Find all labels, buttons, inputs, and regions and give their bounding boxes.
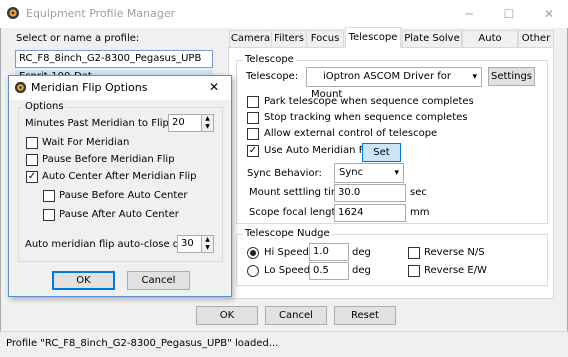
- wait-for-meridian-checkbox[interactable]: [26, 137, 38, 149]
- lo-speed-radio[interactable]: [247, 265, 259, 277]
- check-icon: ✓: [27, 171, 37, 182]
- hi-speed-label: Hi Speed: [264, 247, 309, 258]
- title-bar: Equipment Profile Manager ─ ☐ ✕: [0, 0, 568, 28]
- focal-length-value: 1624: [338, 207, 364, 218]
- settling-time-unit: sec: [410, 187, 427, 198]
- reverse-ns-checkbox[interactable]: [408, 247, 420, 259]
- meridian-flip-dialog: Meridian Flip Options ✕ Options Minutes …: [8, 75, 232, 297]
- sync-behavior-select[interactable]: Sync ▾: [334, 163, 404, 183]
- ok-button[interactable]: OK: [196, 306, 258, 325]
- window-title: Equipment Profile Manager: [26, 7, 176, 20]
- reset-button[interactable]: Reset: [334, 306, 396, 325]
- sync-behavior-label: Sync Behavior:: [247, 168, 322, 179]
- hi-speed-unit: deg: [352, 247, 371, 258]
- auto-center-checkbox[interactable]: ✓: [26, 171, 38, 183]
- focal-length-label: Scope focal length:: [249, 207, 346, 218]
- dialog-cancel-button[interactable]: Cancel: [127, 271, 190, 290]
- stop-tracking-label: Stop tracking when sequence completes: [264, 112, 468, 123]
- settling-time-value: 30.0: [338, 187, 361, 198]
- radio-selected-dot: [250, 250, 256, 256]
- tab-auto-guide[interactable]: Auto Guide: [462, 30, 518, 59]
- auto-meridian-flip-label: Use Auto Meridian Flip: [264, 145, 377, 156]
- lo-speed-unit: deg: [352, 265, 371, 276]
- reverse-ns-label: Reverse N/S: [424, 247, 485, 258]
- auto-center-label: Auto Center After Meridian Flip: [42, 171, 197, 182]
- sync-behavior-value: Sync: [339, 167, 364, 178]
- tab-filters[interactable]: Filters: [271, 30, 307, 47]
- nudge-group: [236, 234, 548, 286]
- close-button[interactable]: ✕: [534, 4, 564, 24]
- profile-name-input[interactable]: RC_F8_8inch_G2-8300_Pegasus_UPB: [15, 50, 213, 68]
- app-icon: [7, 7, 19, 19]
- pause-before-center-label: Pause Before Auto Center: [59, 190, 188, 201]
- tab-camera[interactable]: Camera: [229, 30, 272, 47]
- status-text: Profile "RC_F8_8inch_G2-8300_Pegasus_UPB…: [6, 338, 279, 349]
- dialog-close-icon[interactable]: ✕: [209, 80, 219, 94]
- wait-for-meridian-label: Wait For Meridian: [42, 137, 130, 148]
- check-icon: ✓: [248, 145, 258, 156]
- spin-down-icon[interactable]: ▼: [201, 244, 213, 252]
- status-bar: Profile "RC_F8_8inch_G2-8300_Pegasus_UPB…: [0, 331, 568, 357]
- focal-length-unit: mm: [410, 207, 430, 218]
- dialog-ok-button[interactable]: OK: [52, 271, 115, 290]
- profile-label: Select or name a profile:: [16, 33, 140, 44]
- external-control-label: Allow external control of telescope: [264, 128, 438, 139]
- pause-after-center-label: Pause After Auto Center: [59, 209, 179, 220]
- dialog-app-icon: [14, 81, 27, 94]
- dialog-title-bar: Meridian Flip Options ✕: [9, 76, 231, 100]
- focal-length-input[interactable]: 1624: [334, 204, 406, 222]
- lo-speed-input[interactable]: 0.5: [309, 262, 349, 280]
- options-group-title: Options: [23, 101, 66, 113]
- settings-button[interactable]: Settings: [488, 67, 535, 86]
- spin-up-icon[interactable]: ▲: [201, 236, 213, 244]
- hi-speed-radio[interactable]: [247, 247, 259, 259]
- stop-tracking-checkbox[interactable]: [247, 112, 259, 124]
- tab-focus[interactable]: Focus: [306, 30, 344, 47]
- lo-speed-value: 0.5: [313, 265, 329, 276]
- auto-close-delay-input[interactable]: 30 ▲ ▼: [177, 235, 214, 253]
- nudge-group-title: Telescope Nudge: [243, 228, 332, 240]
- auto-meridian-flip-checkbox[interactable]: ✓: [247, 145, 259, 157]
- telescope-driver-select[interactable]: iOptron ASCOM Driver for Mount ▾: [306, 67, 482, 100]
- tab-telescope[interactable]: Telescope: [345, 27, 401, 48]
- external-control-checkbox[interactable]: [247, 128, 259, 140]
- reverse-ew-checkbox[interactable]: [408, 265, 420, 277]
- minimize-button[interactable]: ─: [454, 4, 484, 24]
- tab-plate-solve[interactable]: Plate Solve: [402, 30, 462, 47]
- auto-close-delay-value: 30: [181, 238, 194, 249]
- dropdown-arrow-icon: ▾: [472, 72, 477, 82]
- lo-speed-label: Lo Speed: [264, 265, 311, 276]
- minutes-past-meridian-value: 20: [172, 117, 185, 128]
- hi-speed-value: 1.0: [313, 246, 329, 257]
- cancel-button[interactable]: Cancel: [265, 306, 327, 325]
- set-button[interactable]: Set: [362, 143, 401, 162]
- maximize-button[interactable]: ☐: [494, 4, 524, 24]
- park-checkbox[interactable]: [247, 96, 259, 108]
- settling-time-input[interactable]: 30.0: [334, 184, 406, 202]
- spin-down-icon[interactable]: ▼: [201, 123, 213, 131]
- minutes-past-meridian-label: Minutes Past Meridian to Flip:: [25, 118, 173, 129]
- dropdown-arrow-icon: ▾: [394, 168, 399, 178]
- tab-other[interactable]: Other: [518, 30, 554, 47]
- minutes-past-meridian-input[interactable]: 20 ▲ ▼: [168, 114, 214, 132]
- pause-after-center-checkbox[interactable]: [43, 209, 55, 221]
- telescope-label: Telescope:: [246, 71, 299, 82]
- telescope-group-title: Telescope: [243, 54, 296, 66]
- pause-before-flip-checkbox[interactable]: [26, 154, 38, 166]
- dialog-title: Meridian Flip Options: [31, 81, 148, 94]
- pause-before-flip-label: Pause Before Meridian Flip: [42, 154, 175, 165]
- auto-close-delay-label: Auto meridian flip auto-close delay: [25, 239, 201, 250]
- hi-speed-input[interactable]: 1.0: [309, 243, 349, 261]
- park-label: Park telescope when sequence completes: [264, 96, 474, 107]
- spin-up-icon[interactable]: ▲: [201, 115, 213, 123]
- pause-before-center-checkbox[interactable]: [43, 190, 55, 202]
- reverse-ew-label: Reverse E/W: [424, 265, 487, 276]
